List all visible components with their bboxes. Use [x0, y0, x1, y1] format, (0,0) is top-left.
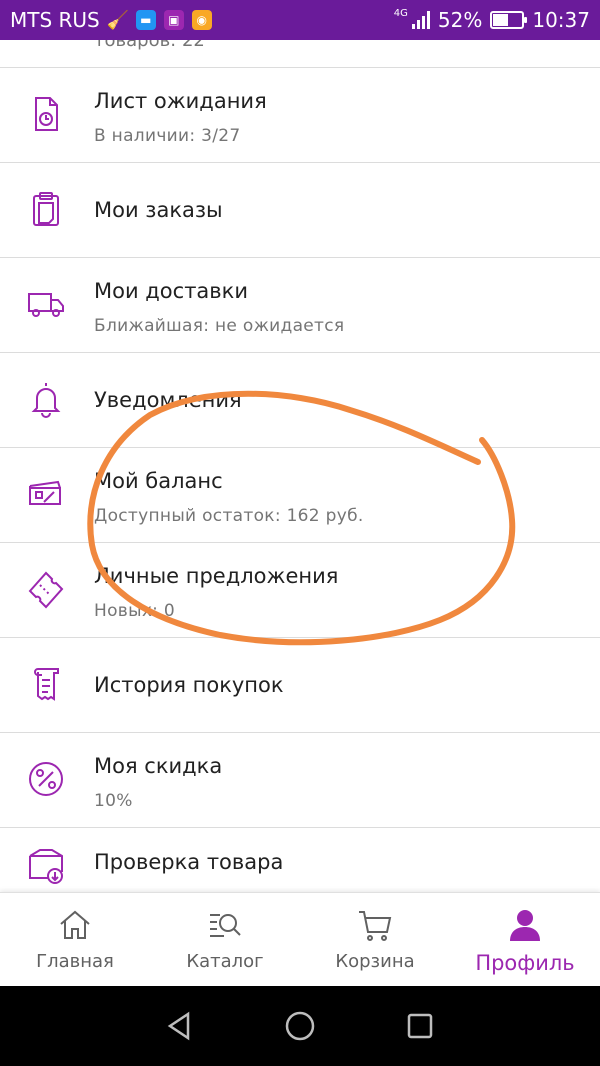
menu-item-discount[interactable]: Моя скидка 10%: [0, 733, 600, 828]
image-icon: ▣: [163, 10, 184, 30]
menu-item-orders[interactable]: Мои заказы: [0, 163, 600, 258]
catalog-search-icon: [210, 914, 241, 937]
menu-item-sub: 10%: [94, 791, 133, 811]
menu-item-title: Мой баланс: [94, 469, 223, 493]
home-circle-icon[interactable]: [284, 1010, 316, 1042]
menu-item-title: Моя скидка: [94, 754, 223, 778]
percent-icon: [29, 762, 63, 796]
menu-item-balance[interactable]: Мой баланс Доступный остаток: 162 руб.: [0, 448, 600, 543]
system-nav-bar: [0, 986, 600, 1066]
back-icon[interactable]: [164, 1010, 196, 1042]
list-item-sub: товаров: 22: [94, 40, 205, 51]
nav-label: Каталог: [186, 951, 264, 972]
menu-item-deliveries[interactable]: Мои доставки Ближайшая: не ожидается: [0, 258, 600, 353]
menu-item-title: История покупок: [94, 673, 284, 697]
menu-item-sub: Доступный остаток: 162 руб.: [94, 506, 364, 526]
wifi-hotspot-icon: ◉: [191, 10, 212, 30]
recents-icon[interactable]: [404, 1010, 436, 1042]
menu-item-product-check[interactable]: Проверка товара: [0, 828, 600, 892]
battery-percent: 52%: [437, 8, 483, 32]
menu-item-sub: Ближайшая: не ожидается: [94, 316, 345, 336]
nav-item-profile[interactable]: Профиль: [450, 893, 600, 986]
coupon-icon: [28, 571, 64, 609]
orders-icon: [33, 192, 59, 226]
status-bar: MTS RUS 🧹 ▬ ▣ ◉ 4G 52% 10:37: [0, 0, 600, 40]
box-check-icon: [29, 849, 63, 884]
menu-item-notifications[interactable]: Уведомления: [0, 353, 600, 448]
battery-icon: [490, 11, 528, 29]
bottom-nav: Главная Каталог Корзина Профиль: [0, 892, 600, 986]
message-icon: ▬: [135, 10, 156, 30]
wallet-icon: [29, 480, 61, 505]
clock: 10:37: [532, 8, 590, 32]
menu-item-sub: В наличии: 3/27: [94, 126, 241, 146]
menu-item-waitlist[interactable]: Лист ожидания В наличии: 3/27: [0, 68, 600, 163]
menu-item-title: Проверка товара: [94, 850, 284, 874]
nav-label: Главная: [36, 951, 114, 972]
menu-item-purchase-history[interactable]: История покупок: [0, 638, 600, 733]
menu-item-title: Мои заказы: [94, 198, 223, 222]
broom-icon: 🧹: [106, 9, 129, 31]
cart-icon: [359, 911, 392, 941]
nav-label: Корзина: [335, 951, 415, 972]
signal-icon: [411, 11, 430, 29]
nav-item-cart[interactable]: Корзина: [300, 893, 450, 986]
list-item-partial[interactable]: товаров: 22: [0, 40, 600, 68]
menu-item-title: Уведомления: [94, 388, 242, 412]
menu-item-title: Лист ожидания: [94, 89, 267, 113]
home-icon: [60, 910, 90, 939]
menu-item-title: Личные предложения: [94, 564, 339, 588]
profile-icon: [510, 910, 540, 941]
nav-label: Профиль: [475, 951, 575, 975]
menu-item-personal-offers[interactable]: Личные предложения Новых: 0: [0, 543, 600, 638]
menu-item-title: Мои доставки: [94, 279, 249, 303]
receipt-icon: [34, 668, 59, 701]
delivery-truck-icon: [28, 293, 64, 317]
network-type: 4G: [393, 7, 408, 19]
bell-icon: [31, 383, 61, 418]
nav-item-home[interactable]: Главная: [0, 893, 150, 986]
carrier-name: MTS RUS: [10, 8, 100, 32]
profile-menu-list: товаров: 22 Лист ожидания В наличии: 3/2…: [0, 40, 600, 892]
menu-item-sub: Новых: 0: [94, 601, 176, 621]
waitlist-icon: [35, 97, 58, 131]
nav-item-catalog[interactable]: Каталог: [150, 893, 300, 986]
